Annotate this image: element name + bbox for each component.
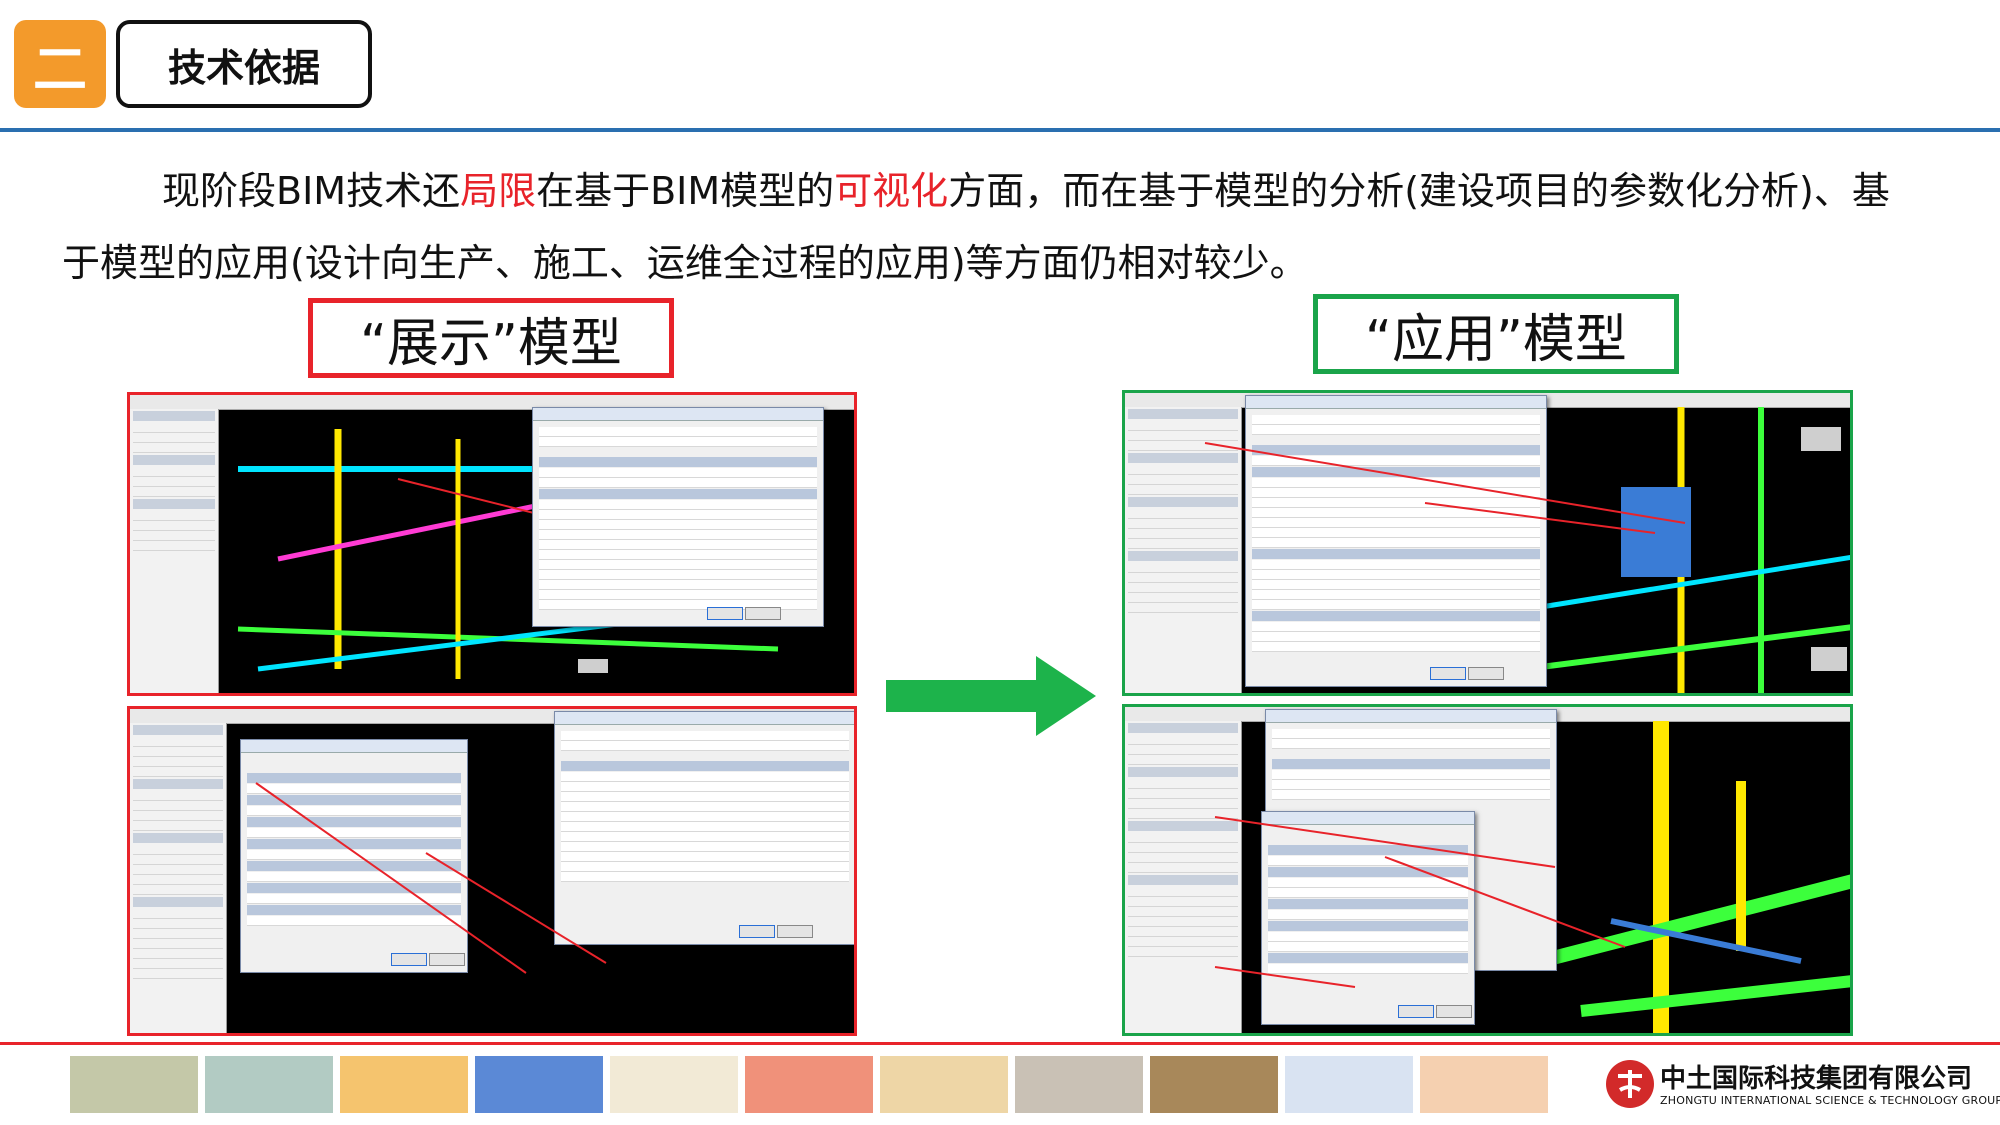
highlight-visualization: 可视化 (834, 169, 949, 213)
footer-swatch (70, 1056, 198, 1113)
properties-panel (130, 409, 219, 693)
company-logo-icon (1606, 1060, 1654, 1108)
text-span: 现阶段BIM技术还 (162, 169, 461, 213)
footer-swatch (205, 1056, 333, 1113)
cancel-button[interactable] (745, 607, 781, 620)
annotation-arrows (1204, 442, 1686, 534)
footer-swatch (610, 1056, 738, 1113)
ok-button[interactable] (707, 607, 743, 620)
display-model-label: “展示”模型 (308, 298, 674, 378)
company-name-en: ZHONGTU INTERNATIONAL SCIENCE & TECHNOLO… (1660, 1094, 2000, 1107)
footer-swatch (1285, 1056, 1413, 1113)
highlight-limited: 局限 (460, 169, 537, 213)
application-model-label: “应用”模型 (1313, 294, 1679, 374)
header-divider (0, 128, 2000, 132)
footer-swatch (340, 1056, 468, 1113)
text-span: 在基于BIM模型的 (536, 169, 835, 213)
paragraph-line-1: 现阶段BIM技术还局限在基于BIM模型的可视化方面，而在基于模型的分析(建设项目… (62, 156, 1962, 226)
footer-swatch (1150, 1056, 1278, 1113)
footer-divider (0, 1042, 2000, 1045)
display-model-screenshot-1 (127, 392, 857, 696)
type-properties-dialog (532, 407, 824, 627)
application-model-screenshot-1 (1122, 390, 1853, 696)
text-span: 方面，而在基于模型的分析(建设项目的参数化分析)、基 (948, 169, 1890, 213)
footer-swatch (1420, 1056, 1548, 1113)
right-arrow-icon (886, 656, 1096, 736)
properties-panel (130, 723, 227, 1033)
footer-swatch (745, 1056, 873, 1113)
footer-swatch (1015, 1056, 1143, 1113)
annotation-arrows (255, 782, 607, 974)
paragraph-line-2: 于模型的应用(设计向生产、施工、运维全过程的应用)等方面仍相对较少。 (62, 241, 1308, 285)
footer-swatch (880, 1056, 1008, 1113)
company-name-cn: 中土国际科技集团有限公司 (1660, 1064, 1973, 1094)
display-model-screenshot-2 (127, 706, 857, 1036)
footer-swatch (475, 1056, 603, 1113)
annotation-arrows (1214, 816, 1626, 988)
section-title: 技术依据 (116, 20, 372, 108)
section-number-badge: 二 (14, 20, 106, 108)
application-model-screenshot-2 (1122, 704, 1853, 1036)
